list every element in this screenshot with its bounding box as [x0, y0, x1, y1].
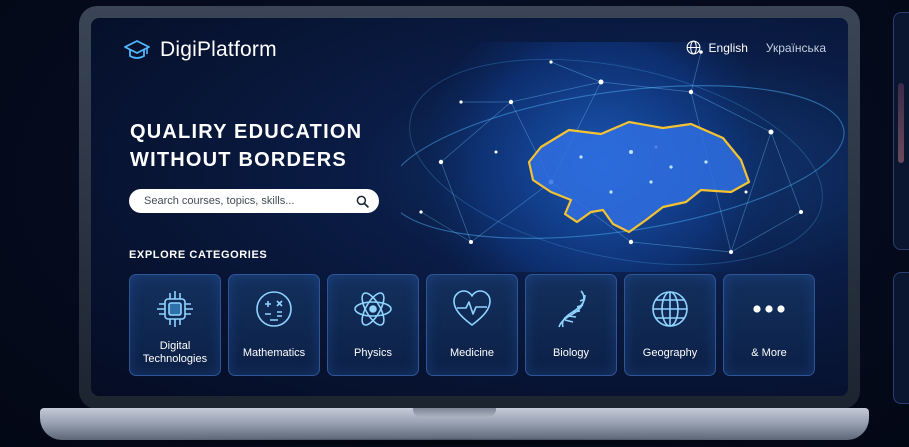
category-label: Physics [354, 346, 392, 359]
brand-logo[interactable]: DigiPlatform [124, 38, 277, 62]
category-label: & More [751, 346, 787, 359]
laptop-base [40, 408, 869, 440]
atom-icon [354, 292, 392, 326]
category-label: Medicine [449, 346, 495, 359]
laptop-notch [413, 408, 496, 417]
more-dots-icon [753, 305, 785, 313]
language-switcher: English Українська [686, 40, 826, 55]
category-physics[interactable]: Physics [327, 274, 419, 376]
globe-icon [686, 40, 700, 55]
laptop-screen: DigiPlatform English Українська QUALIRY … [91, 18, 848, 396]
dna-icon [558, 290, 586, 328]
category-medicine[interactable]: Medicine [426, 274, 518, 376]
heart-pulse-icon [453, 290, 491, 326]
search-bar [129, 189, 379, 213]
graduation-cap-icon [124, 40, 150, 59]
math-symbols-icon [256, 291, 292, 327]
category-label: Biology [552, 346, 590, 359]
hero-title-line: WITHOUT BORDERS [130, 149, 347, 171]
categories-grid: Digital Technologies Mathematics Physics [129, 274, 815, 376]
category-geography[interactable]: Geography [624, 274, 716, 376]
hero-title-line: QUALIRY EDUCATION [130, 121, 363, 143]
search-input[interactable] [142, 194, 356, 208]
language-english[interactable]: English [709, 41, 748, 55]
brand-name: DigiPlatform [160, 38, 277, 61]
category-label: Geography [642, 346, 698, 359]
globe-network-illustration [401, 42, 845, 272]
hero-title: QUALIRY EDUCATION WITHOUT BORDERS [130, 118, 430, 174]
globe-icon [652, 291, 688, 327]
laptop-shadow [60, 438, 849, 447]
language-ukrainian[interactable]: Українська [766, 41, 826, 55]
chip-icon [157, 291, 193, 327]
categories-heading: EXPLORE CATEGORIES [129, 249, 268, 261]
category-mathematics[interactable]: Mathematics [228, 274, 320, 376]
side-device-panel [893, 272, 909, 404]
side-device-panel [893, 12, 909, 250]
search-icon[interactable] [356, 195, 369, 208]
category-label: Digital Technologies [142, 340, 208, 365]
category-digital-technologies[interactable]: Digital Technologies [129, 274, 221, 376]
category-biology[interactable]: Biology [525, 274, 617, 376]
category-more[interactable]: & More [723, 274, 815, 376]
category-label: Mathematics [242, 346, 306, 359]
